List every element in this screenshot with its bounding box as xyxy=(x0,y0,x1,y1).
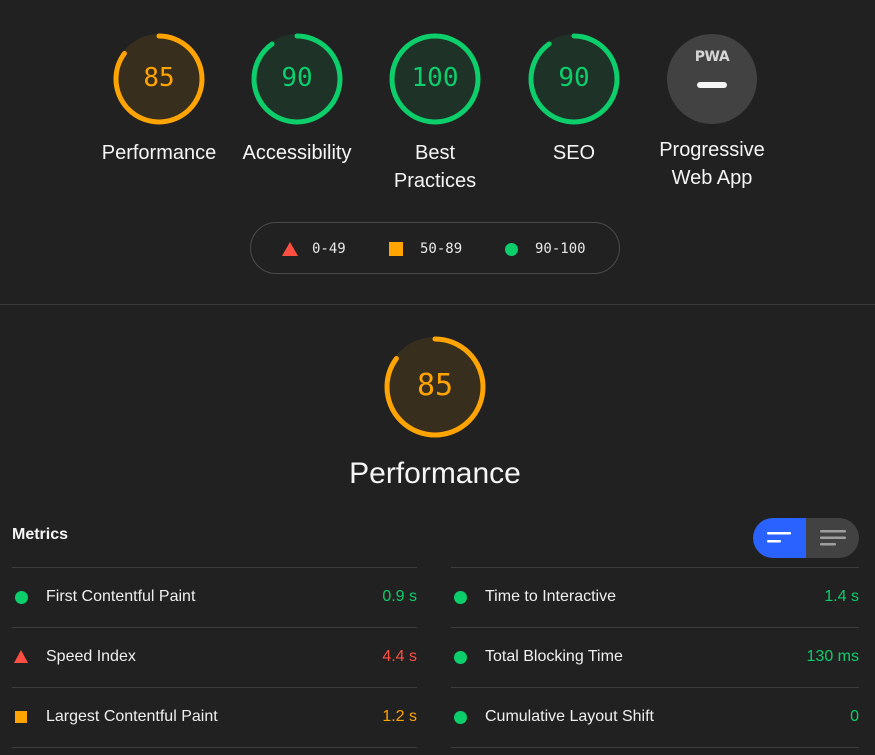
gauge-best-practices[interactable]: 100 Best Practices xyxy=(365,31,505,195)
gauge-score: 85 xyxy=(143,63,175,93)
gauge-label: Performance xyxy=(101,142,217,164)
legend-range: 90-100 xyxy=(535,241,586,257)
triangle-icon xyxy=(282,242,298,256)
long-lines-icon xyxy=(820,530,846,546)
square-icon xyxy=(15,711,27,723)
metric-name: First Contentful Paint xyxy=(46,588,196,605)
circle-icon xyxy=(454,651,467,664)
performance-gauge: 85 xyxy=(382,334,488,440)
metric-name: Largest Contentful Paint xyxy=(46,708,218,725)
gauge-label: SEO xyxy=(552,142,596,164)
performance-score: 85 xyxy=(416,368,454,403)
gauge-ring: 100 xyxy=(387,31,483,127)
legend-range: 50-89 xyxy=(420,241,463,257)
circle-icon xyxy=(454,591,467,604)
metrics-view-toggle[interactable] xyxy=(753,518,859,558)
gauge-ring: 85 xyxy=(111,31,207,127)
metrics-heading: Metrics xyxy=(12,526,69,543)
score-legend: 0-49 50-89 90-100 xyxy=(250,222,620,274)
square-icon xyxy=(389,242,403,256)
gauge-performance[interactable]: 85 Performance xyxy=(89,31,229,167)
metric-row: Largest Contentful Paint 1.2 s xyxy=(12,687,417,748)
metric-row: First Contentful Paint 0.9 s xyxy=(12,567,417,627)
category-gauges: 85 Performance 90 Accessibility 100 Best… xyxy=(0,31,875,201)
metric-name: Speed Index xyxy=(46,648,136,665)
gauge-ring: 90 xyxy=(249,31,345,127)
legend-range: 0-49 xyxy=(312,241,346,257)
metric-value: 1.4 s xyxy=(824,588,859,605)
metric-row: Time to Interactive 1.4 s xyxy=(451,567,859,627)
metrics-column-left: First Contentful Paint 0.9 s Speed Index… xyxy=(12,567,417,748)
metric-row: Speed Index 4.4 s xyxy=(12,627,417,687)
circle-icon xyxy=(15,591,28,604)
expanded-view-button[interactable] xyxy=(806,518,859,558)
collapsed-view-button[interactable] xyxy=(753,518,806,558)
metric-name: Time to Interactive xyxy=(485,588,617,605)
pwa-logo-icon: PWA xyxy=(694,49,730,65)
metric-row: Total Blocking Time 130 ms xyxy=(451,627,859,687)
gauge-score: 90 xyxy=(558,63,590,93)
metric-value: 1.2 s xyxy=(382,708,417,725)
gauge-label: Progressive Web App xyxy=(659,139,765,189)
gauge-accessibility[interactable]: 90 Accessibility xyxy=(227,31,367,167)
pwa-na-dash-icon xyxy=(697,82,727,88)
metric-value: 0 xyxy=(850,708,859,725)
performance-title: Performance xyxy=(349,457,521,490)
metric-name: Cumulative Layout Shift xyxy=(485,708,654,725)
short-lines-icon xyxy=(767,532,791,543)
gauge-seo[interactable]: 90 SEO xyxy=(504,31,644,167)
metric-value: 4.4 s xyxy=(382,648,417,665)
metric-value: 0.9 s xyxy=(382,588,417,605)
pwa-badge: PWA xyxy=(667,34,757,124)
gauge-score: 90 xyxy=(281,63,313,93)
gauge-pwa[interactable]: PWA Progressive Web App xyxy=(642,31,782,192)
metric-value: 130 ms xyxy=(806,648,859,665)
circle-icon xyxy=(454,711,467,724)
metric-row: Cumulative Layout Shift 0 xyxy=(451,687,859,748)
gauge-ring: 90 xyxy=(526,31,622,127)
metrics-column-right: Time to Interactive 1.4 s Total Blocking… xyxy=(451,567,859,748)
section-divider xyxy=(0,304,875,305)
circle-icon xyxy=(505,243,518,256)
gauge-label: Accessibility xyxy=(242,142,352,164)
gauge-label: Best Practices xyxy=(393,142,477,192)
gauge-score: 100 xyxy=(411,63,459,93)
metric-name: Total Blocking Time xyxy=(485,648,623,665)
triangle-icon xyxy=(14,650,28,663)
